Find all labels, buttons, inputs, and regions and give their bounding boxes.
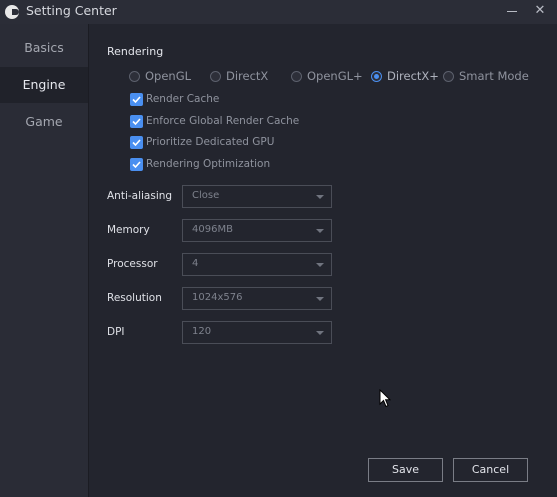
sidebar-item-basics[interactable]: Basics (0, 30, 88, 66)
checkbox-checked-icon[interactable] (130, 115, 143, 128)
checkbox-label: Rendering Optimization (146, 158, 271, 170)
checkbox-checked-icon[interactable] (130, 136, 143, 149)
chevron-down-icon (316, 331, 324, 335)
chevron-down-icon (316, 297, 324, 301)
radio-label: OpenGL (145, 69, 192, 83)
close-icon[interactable]: ✕ (530, 2, 550, 20)
memory-select[interactable]: 4096MB (182, 219, 332, 242)
dpi-select[interactable]: 120 (182, 321, 332, 344)
checkbox-checked-icon[interactable] (130, 158, 143, 171)
app-logo-icon (5, 5, 19, 19)
chevron-down-icon (316, 263, 324, 267)
checkbox-label: Prioritize Dedicated GPU (146, 136, 275, 148)
radio-button[interactable] (129, 71, 140, 82)
chevron-down-icon (316, 229, 324, 233)
resolution-label: Resolution (107, 292, 162, 304)
processor-label: Processor (107, 258, 158, 270)
resolution-select[interactable]: 1024x576 (182, 287, 332, 310)
radio-label: OpenGL+ (307, 69, 363, 83)
rendering-section-label: Rendering (107, 45, 164, 58)
cancel-button[interactable]: Cancel (453, 458, 528, 482)
window-title: Setting Center (26, 3, 117, 18)
title-bar: Setting Center ✕ (0, 0, 557, 24)
radio-button[interactable] (443, 71, 454, 82)
save-button[interactable]: Save (368, 458, 443, 482)
memory-label: Memory (107, 224, 150, 236)
radio-label: DirectX (226, 69, 269, 83)
radio-label: Smart Mode (459, 69, 529, 83)
checkbox-label: Render Cache (146, 93, 220, 105)
anti-aliasing-label: Anti-aliasing (107, 190, 173, 202)
select-value: 120 (192, 326, 212, 337)
sidebar-item-game[interactable]: Game (0, 104, 88, 140)
chevron-down-icon (316, 195, 324, 199)
radio-label: DirectX+ (387, 69, 439, 83)
sidebar: Basics Engine Game (0, 24, 89, 497)
sidebar-item-engine[interactable]: Engine (0, 67, 88, 103)
radio-button[interactable] (291, 71, 302, 82)
radio-button-selected[interactable] (371, 71, 382, 82)
checkbox-checked-icon[interactable] (130, 93, 143, 106)
anti-aliasing-select[interactable]: Close (182, 185, 332, 208)
select-value: Close (192, 190, 220, 201)
select-value: 1024x576 (192, 292, 243, 303)
processor-select[interactable]: 4 (182, 253, 332, 276)
select-value: 4096MB (192, 224, 233, 235)
select-value: 4 (192, 258, 199, 269)
checkbox-label: Enforce Global Render Cache (146, 115, 300, 127)
dpi-label: DPI (107, 326, 125, 338)
minimize-icon[interactable] (502, 2, 522, 20)
mouse-pointer-icon (379, 389, 391, 408)
radio-button[interactable] (210, 71, 221, 82)
